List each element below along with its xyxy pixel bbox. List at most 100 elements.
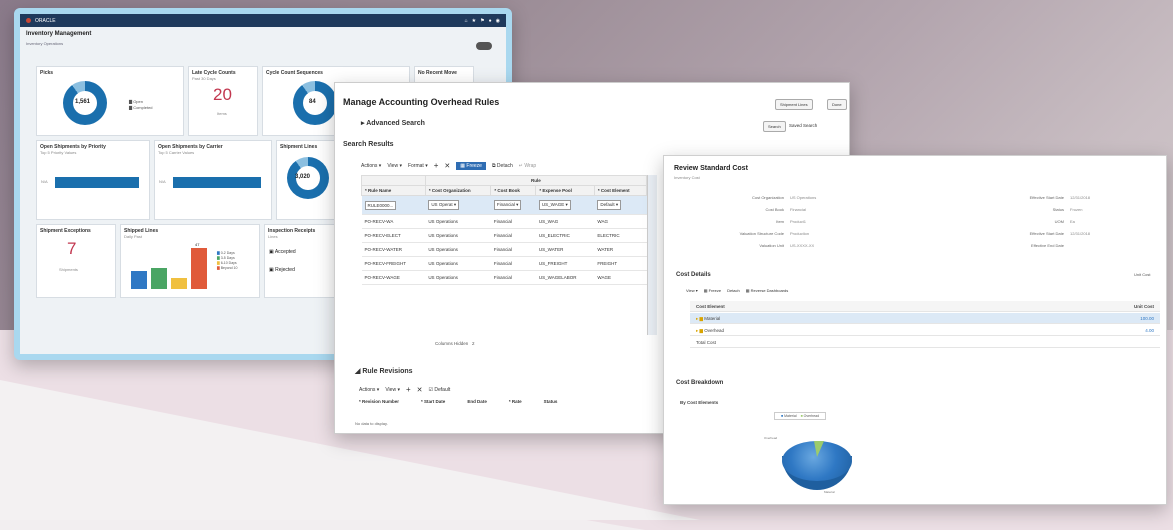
shipped-bar (191, 247, 207, 289)
column-header[interactable]: * Cost Element (593, 185, 648, 196)
card-shipped-lines[interactable]: Shipped Lines Daily Past 47 ▇ 0-2 Days ▇… (120, 224, 260, 298)
form-field: Valuation Unit US-XXXX-XX (714, 240, 816, 252)
form-field: UOM Ea (994, 216, 1090, 228)
star-icon[interactable]: ★ (472, 18, 476, 24)
card-late-cycle-counts[interactable]: Late Cycle Counts Past 30 Days 20 Items (188, 66, 258, 136)
delete-icon[interactable]: ✕ (417, 386, 423, 394)
reverse-dashboards-button[interactable]: ▦ Reverse Dashboards (746, 288, 788, 293)
page-subtitle: Inventory Operations (26, 41, 64, 46)
view-menu[interactable]: View ▾ (387, 163, 402, 169)
view-menu[interactable]: View ▾ (686, 288, 698, 293)
advanced-search-toggle[interactable]: ▸ Advanced Search (361, 119, 425, 127)
field-label: Status (1052, 207, 1064, 212)
card-open-shipments-priority[interactable]: Open Shipments by Priority Top 5 Priorit… (36, 140, 150, 220)
freeze-button[interactable]: ▦ Freeze (704, 288, 721, 293)
card-subtitle: Daily Past (124, 234, 143, 239)
search-button[interactable]: Search (763, 121, 786, 132)
page-title: Inventory Management (26, 31, 92, 37)
card-subtitle: Lines (268, 234, 278, 239)
column-header[interactable]: * Rule Name (361, 185, 426, 196)
column-header[interactable]: * Expense Pool (535, 185, 595, 196)
card-shipment-lines[interactable]: Shipment Lines 3,020 (276, 140, 336, 220)
view-menu[interactable]: View ▾ (385, 387, 400, 393)
picks-value: 1,561 (75, 99, 91, 105)
actions-menu[interactable]: Actions ▾ (359, 387, 379, 393)
rule-revisions-title: ◢ Rule Revisions (355, 368, 413, 375)
page-title: Manage Accounting Overhead Rules (343, 97, 500, 107)
form-field: Effective Start Date 12/31/2018 (994, 228, 1090, 240)
column-header[interactable]: * Revision Number (359, 399, 399, 404)
total-row: Total Cost (690, 337, 1160, 348)
toggle-switch[interactable] (476, 42, 492, 50)
freeze-button[interactable]: ▦ Freeze (456, 161, 486, 170)
table-scrollbar[interactable] (647, 175, 657, 335)
flag-icon[interactable]: ⚑ (480, 18, 484, 24)
column-header[interactable]: End Date (467, 399, 487, 404)
card-inspection-receipts[interactable]: Inspection Receipts Lines ▣ Accepted ▣ R… (264, 224, 338, 298)
legend-item: ■ Material (781, 414, 797, 418)
cost-book-select[interactable]: Financial ▾ (493, 200, 522, 210)
bell-icon[interactable]: ● (489, 18, 492, 24)
field-value: US-XXXX-XX (790, 243, 815, 248)
detach-button[interactable]: ⧉ Detach (492, 163, 513, 169)
shipment-lines-button[interactable]: Shipment Lines (775, 99, 813, 110)
card-title: Picks (40, 70, 54, 76)
wrap-button[interactable]: ↵ Wrap (519, 163, 536, 169)
card-picks[interactable]: Picks 1,561 ▇ Open ▇ Completed (36, 66, 184, 136)
shipped-lines-chart: 47 (127, 242, 213, 289)
home-icon[interactable]: ⌂ (465, 18, 468, 24)
saved-search-select[interactable]: Saved Search (789, 123, 817, 128)
cost-details-title: Cost Details (676, 272, 711, 278)
field-label: Effective Start Date (1029, 195, 1064, 200)
card-subtitle: Top 5 Priority Values (40, 150, 77, 155)
revisions-toolbar: Actions ▾ View ▾ + ✕ ☑ Default (359, 385, 450, 394)
priority-bar (55, 177, 139, 188)
cycle-value: 84 (309, 99, 316, 105)
field-value: Frozen (1070, 207, 1083, 212)
shipped-bar (151, 267, 167, 289)
shipment-lines-value: 3,020 (295, 174, 311, 180)
column-header[interactable]: * Cost Organization (424, 185, 492, 196)
expense-pool-select[interactable]: US_WAGE ▾ (538, 200, 571, 210)
page-subtitle: Inventory Cost (674, 175, 700, 180)
column-header[interactable]: * Rate (509, 399, 522, 404)
late-count-value: 20 (213, 85, 232, 104)
default-checkbox[interactable]: ☑ Default (429, 387, 451, 393)
card-shipment-exceptions[interactable]: Shipment Exceptions 7 Shipments (36, 224, 116, 298)
cost-element-select[interactable]: Default ▾ (597, 200, 622, 210)
table-row[interactable]: PO-RECV-FREIGHT US Operations Financial US_… (361, 256, 647, 271)
field-value: US Operations (790, 195, 817, 200)
table-row[interactable]: ▸ ▆ Material 100.00 (690, 313, 1160, 324)
format-menu[interactable]: Format ▾ (408, 163, 428, 169)
shipped-bar (131, 271, 147, 289)
table-row[interactable]: ▸ ▆ Overhead 4.00 (690, 325, 1160, 336)
card-title: No Recent Move (418, 70, 457, 76)
card-title: Cycle Count Sequences (266, 70, 323, 76)
cost-org-select[interactable]: US Operat ▾ (428, 200, 460, 210)
card-open-shipments-carrier[interactable]: Open Shipments by Carrier Top 5 Carrier … (154, 140, 272, 220)
column-header[interactable]: * Cost Book (490, 185, 537, 196)
add-icon[interactable]: + (406, 385, 411, 394)
table-row[interactable]: RULE0000... US Operat ▾ Financial ▾ US_W… (361, 195, 647, 215)
table-row[interactable]: PO-RECV-WAGE US Operations Financial US_WAG… (361, 270, 647, 285)
pie-legend: ■ Material ■ Overhead (774, 412, 827, 420)
user-avatar[interactable]: ◉ (496, 18, 500, 24)
done-button[interactable]: Done (827, 99, 847, 110)
add-icon[interactable]: + (434, 161, 439, 170)
table-row[interactable]: PO-RECV-ELECT US Operations Financial US_EL… (361, 228, 647, 243)
detach-button[interactable]: Detach (727, 288, 740, 293)
actions-menu[interactable]: Actions ▾ (361, 163, 381, 169)
field-label: Effective End Date (1030, 243, 1064, 248)
accepted-item[interactable]: ▣ Accepted (269, 249, 296, 255)
column-header[interactable]: * Start Date (421, 399, 445, 404)
column-header[interactable]: Status (544, 399, 558, 404)
table-row[interactable]: PO-RECV-WATER US Operations Financial US_WA… (361, 242, 647, 257)
rejected-item[interactable]: ▣ Rejected (269, 267, 295, 273)
rule-name-input[interactable]: RULE0000... (364, 200, 397, 210)
delete-icon[interactable]: ✕ (444, 162, 450, 170)
table-row[interactable]: PO-RECV-WA US Operations Financial US_WAG WA… (361, 214, 647, 229)
no-data-text: No data to display. (355, 421, 388, 426)
page-title: Review Standard Cost (674, 165, 748, 172)
field-value: Ea (1070, 219, 1075, 224)
form-field: Status Frozen (994, 204, 1090, 216)
